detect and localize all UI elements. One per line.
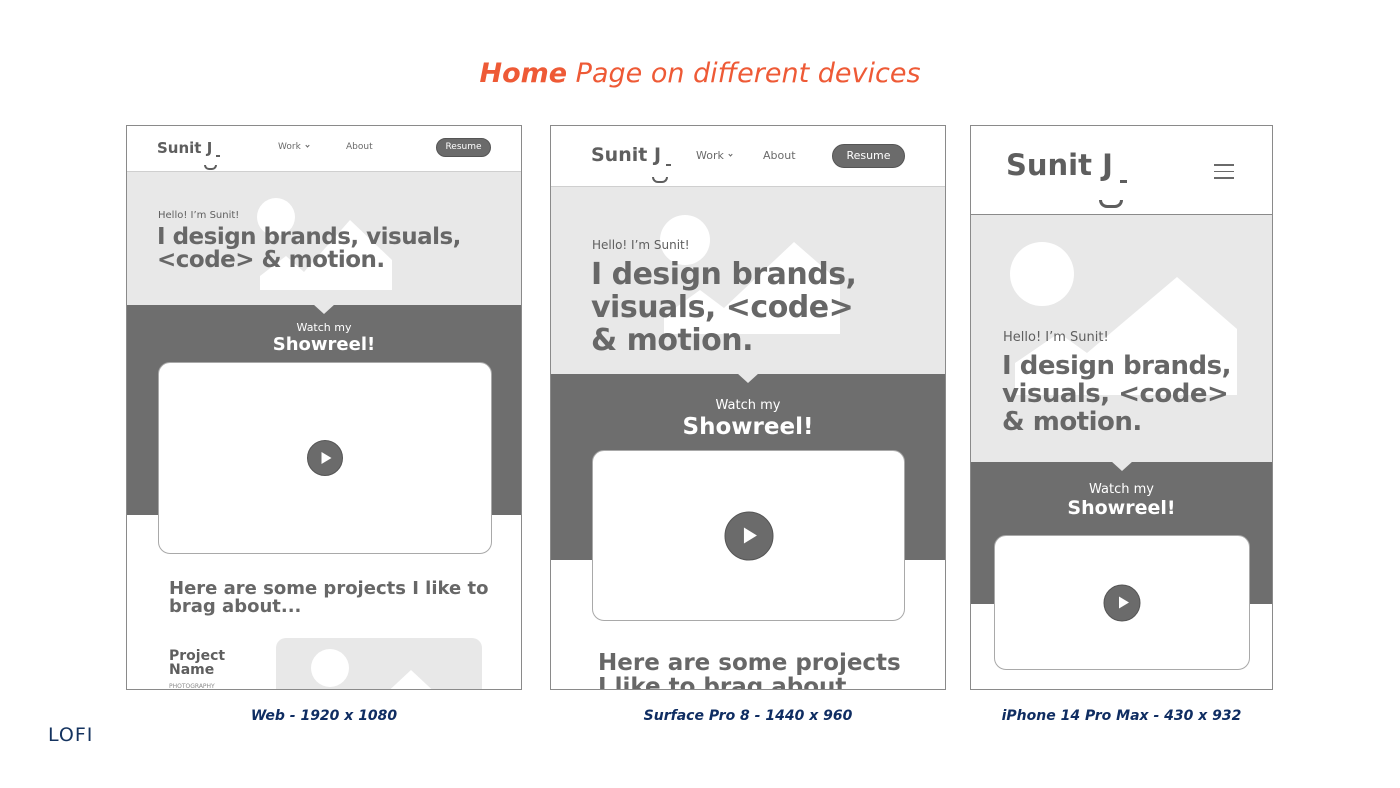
projects-heading: Here are some projects I like to brag ab… <box>598 650 901 690</box>
lofi-label: LOFI <box>48 724 94 746</box>
logo-text: Sunit J <box>157 139 213 157</box>
surface-caption: Surface Pro 8 - 1440 x 960 <box>643 708 853 724</box>
web-logo[interactable]: Sunit J <box>157 139 220 170</box>
play-icon <box>743 527 757 544</box>
thumbnail-mountain-icon <box>390 670 432 689</box>
surface-navbar: Sunit J Work About Resume <box>551 126 945 187</box>
showreel-kicker: Watch my <box>1089 482 1154 497</box>
showreel-kicker: Watch my <box>715 398 781 413</box>
showreel-title: Showreel! <box>1067 497 1176 519</box>
play-button[interactable] <box>724 511 773 560</box>
page-title: Home Page on different devices <box>0 58 1400 89</box>
thumbnail-sun-icon <box>311 649 349 687</box>
page-title-bold: Home <box>479 58 568 89</box>
section-notch <box>1110 461 1133 471</box>
section-notch <box>313 304 335 314</box>
web-hero: Hello! I’m Sunit! I design brands, visua… <box>127 172 521 305</box>
resume-button[interactable]: Resume <box>832 144 905 168</box>
iphone-frame: Sunit J Hello! I’m Sunit! I design brand… <box>970 125 1273 690</box>
hero-greeting: Hello! I’m Sunit! <box>592 238 690 252</box>
showreel-title: Showreel! <box>682 414 814 440</box>
iphone-navbar: Sunit J <box>971 126 1272 215</box>
play-icon <box>321 452 332 464</box>
nav-work-link[interactable]: Work <box>278 142 310 152</box>
play-icon <box>1118 596 1129 609</box>
nav-work-link[interactable]: Work <box>696 149 733 162</box>
chevron-down-icon <box>728 152 733 157</box>
nav-about-link[interactable]: About <box>763 149 796 162</box>
page-title-rest: Page on different devices <box>575 58 921 89</box>
showreel-video-player[interactable] <box>994 535 1250 670</box>
play-button[interactable] <box>307 440 343 476</box>
surface-logo[interactable]: Sunit J <box>591 144 671 183</box>
section-notch <box>737 373 759 383</box>
showreel-kicker: Watch my <box>296 321 352 334</box>
projects-heading: Here are some projects I like to brag ab… <box>169 578 489 617</box>
logo-text: Sunit J <box>591 144 662 166</box>
chevron-down-icon <box>305 143 310 148</box>
hero-greeting: Hello! I’m Sunit! <box>1003 330 1109 345</box>
project-category: PHOTOGRAPHY <box>169 683 215 690</box>
nav-about-link[interactable]: About <box>346 142 373 152</box>
hamburger-menu-icon[interactable] <box>1214 164 1234 179</box>
web-caption: Web - 1920 x 1080 <box>250 708 398 724</box>
iphone-hero: Hello! I’m Sunit! I design brands, visua… <box>971 215 1272 463</box>
project-thumbnail[interactable] <box>276 638 482 689</box>
surface-hero: Hello! I’m Sunit! I design brands, visua… <box>551 187 945 375</box>
resume-button[interactable]: Resume <box>436 138 491 157</box>
hero-headline: I design brands, visuals, <code> & motio… <box>157 224 461 273</box>
play-button[interactable] <box>1103 584 1141 621</box>
showreel-video-player[interactable] <box>592 450 905 621</box>
web-frame: Sunit J Work About Resume Hello! I’m Sun… <box>126 125 522 690</box>
iphone-logo[interactable]: Sunit J <box>1006 148 1127 208</box>
web-navbar: Sunit J Work About Resume <box>127 126 521 172</box>
hero-headline: I design brands, visuals, <code> & motio… <box>591 257 857 358</box>
showreel-video-player[interactable] <box>158 362 492 554</box>
surface-frame: Sunit J Work About Resume Hello! I’m Sun… <box>550 125 946 690</box>
iphone-caption: iPhone 14 Pro Max - 430 x 932 <box>1001 708 1242 724</box>
hero-greeting: Hello! I’m Sunit! <box>158 210 240 221</box>
showreel-title: Showreel! <box>272 334 376 355</box>
project-name[interactable]: Project Name <box>169 649 225 677</box>
hero-headline: I design brands, visuals, <code> & motio… <box>1002 351 1231 437</box>
logo-text: Sunit J <box>1006 148 1113 182</box>
